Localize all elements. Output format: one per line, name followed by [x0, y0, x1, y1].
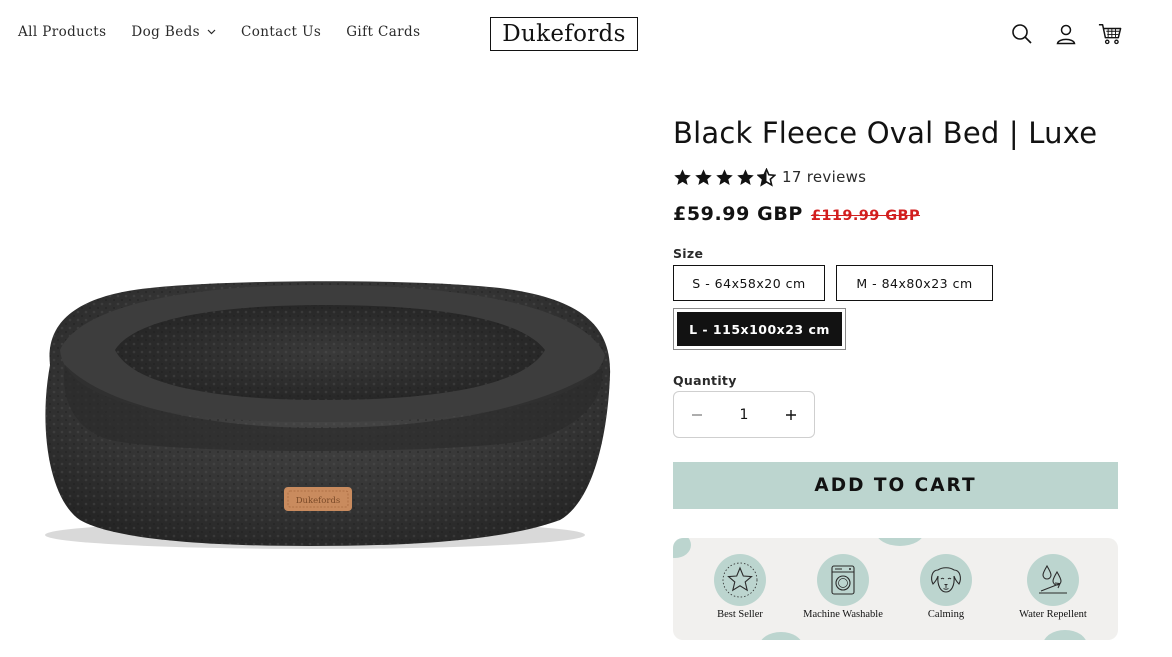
badge-best-seller: Best Seller — [690, 554, 790, 620]
badge-label: Machine Washable — [803, 609, 883, 620]
decorative-circle — [876, 538, 924, 546]
chevron-down-icon — [207, 29, 216, 35]
minus-icon[interactable] — [690, 408, 704, 422]
star-full-icon — [737, 168, 754, 185]
water-drops-icon — [1027, 554, 1079, 606]
size-option-s[interactable]: S - 64x58x20 cm — [673, 265, 825, 301]
nav-all-products[interactable]: All Products — [18, 24, 106, 40]
product-image[interactable]: Dukefords — [20, 110, 630, 640]
quantity-input[interactable]: 1 — [740, 407, 749, 423]
badge-water-repellent: Water Repellent — [1003, 554, 1103, 620]
badge-machine-washable: Machine Washable — [793, 554, 893, 620]
star-icon — [714, 554, 766, 606]
size-option-l[interactable]: L - 115x100x23 cm — [673, 308, 846, 350]
bed-label-text: Dukefords — [296, 496, 341, 506]
washing-machine-icon — [817, 554, 869, 606]
compare-at-price: £119.99 GBP — [810, 208, 921, 224]
decorative-circle — [673, 538, 691, 558]
price-row: £59.99 GBP £119.99 GBP — [673, 203, 1118, 225]
nav-dog-beds-label: Dog Beds — [131, 24, 200, 40]
size-option-l-label: L - 115x100x23 cm — [677, 312, 842, 346]
dog-bed-illustration: Dukefords — [45, 281, 611, 549]
badge-label: Best Seller — [717, 609, 763, 620]
badge-label: Calming — [927, 609, 965, 620]
size-option-m[interactable]: M - 84x80x23 cm — [836, 265, 993, 301]
product-title: Black Fleece Oval Bed | Luxe — [673, 116, 1098, 150]
size-options: S - 64x58x20 cm M - 84x80x23 cm L - 115x… — [673, 265, 1118, 358]
star-half-icon — [757, 167, 776, 187]
decorative-circle — [1043, 630, 1087, 640]
quantity-stepper: 1 — [673, 391, 815, 438]
star-full-icon — [695, 168, 712, 185]
product-info: Black Fleece Oval Bed | Luxe 17 reviews … — [673, 110, 1118, 509]
main-nav: All Products Dog Beds Contact Us Gift Ca… — [18, 24, 445, 40]
add-to-cart-button[interactable]: ADD TO CART — [673, 462, 1118, 509]
decorative-circle — [759, 632, 803, 640]
brand-logo[interactable]: Dukefords — [490, 17, 638, 51]
dog-icon — [920, 554, 972, 606]
rating-stars — [673, 167, 778, 187]
account-icon[interactable] — [1054, 22, 1078, 46]
product-rating[interactable]: 17 reviews — [673, 164, 1118, 190]
plus-icon[interactable] — [784, 408, 798, 422]
star-full-icon — [674, 168, 691, 185]
nav-contact-us[interactable]: Contact Us — [241, 24, 321, 40]
product-badges: Best Seller Machine Washable Calming Wat… — [673, 538, 1118, 640]
search-icon[interactable] — [1010, 22, 1034, 46]
badge-calming: Calming — [896, 554, 996, 620]
badge-label: Water Repellent — [1019, 609, 1087, 620]
cart-icon[interactable] — [1098, 22, 1122, 46]
bed-label-patch: Dukefords — [284, 487, 352, 511]
site-header: All Products Dog Beds Contact Us Gift Ca… — [0, 0, 1172, 68]
sale-price: £59.99 GBP — [673, 203, 803, 225]
reviews-count[interactable]: 17 reviews — [782, 168, 866, 186]
size-label: Size — [673, 246, 704, 261]
nav-dog-beds[interactable]: Dog Beds — [131, 24, 216, 40]
nav-gift-cards[interactable]: Gift Cards — [346, 24, 420, 40]
header-icons — [990, 22, 1122, 46]
quantity-label: Quantity — [673, 373, 737, 388]
star-full-icon — [716, 168, 733, 185]
